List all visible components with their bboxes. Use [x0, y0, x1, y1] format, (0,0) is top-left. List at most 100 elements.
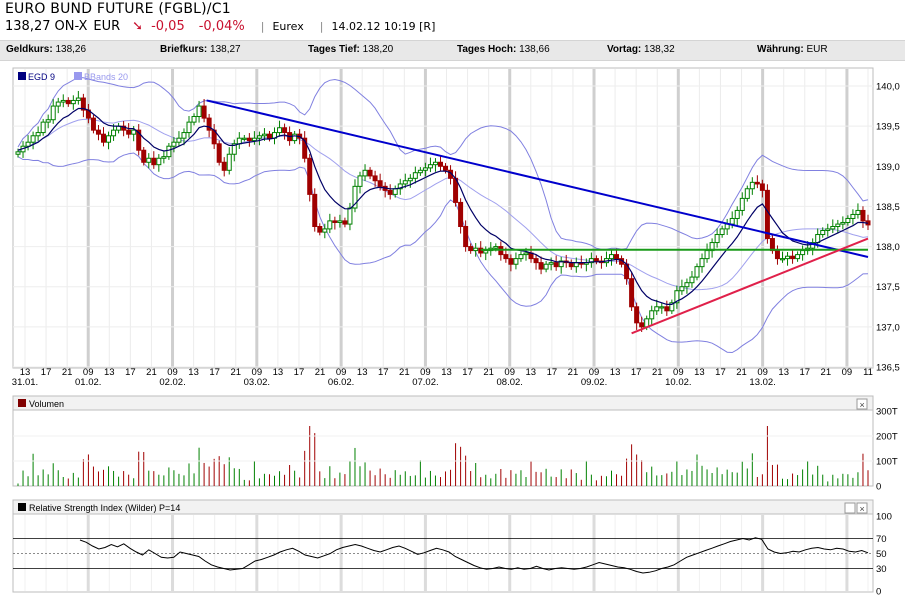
- hour-tick-label: 09: [504, 367, 515, 378]
- hour-tick-label: 17: [294, 367, 305, 378]
- candle-body: [437, 161, 443, 167]
- candle-body: [624, 263, 630, 280]
- candle-body: [236, 137, 242, 145]
- rsi-levels: [13, 538, 873, 569]
- candle-body: [397, 183, 403, 190]
- close-icon: ×: [860, 400, 865, 410]
- candle-body: [121, 125, 127, 131]
- candle-body: [573, 262, 579, 268]
- rsi-tick-label: 50: [876, 549, 887, 560]
- candle-body: [774, 250, 780, 260]
- candle-body: [649, 310, 655, 320]
- day-high-value: 138,66: [519, 44, 550, 55]
- candle-body: [825, 228, 831, 232]
- candle-body: [126, 129, 132, 135]
- candle-body: [785, 255, 791, 260]
- hour-tick-label: 21: [568, 367, 579, 378]
- hour-tick-label: 17: [209, 367, 220, 378]
- candle-body: [141, 149, 147, 163]
- day-high-label: Tages Hoch:: [457, 44, 517, 55]
- candle-body: [322, 228, 328, 233]
- candle-body: [136, 129, 142, 151]
- candle-body: [432, 161, 438, 166]
- candle-body: [830, 226, 836, 230]
- candle-body: [50, 105, 56, 121]
- candle-body: [55, 101, 61, 107]
- candle-body: [272, 132, 278, 139]
- candle-body: [593, 258, 599, 262]
- candle-body: [749, 181, 755, 190]
- hour-tick-label: 13: [20, 367, 31, 378]
- hour-tick-label: 17: [125, 367, 136, 378]
- rsi-tick-label: 0: [876, 587, 881, 596]
- candle-body: [709, 242, 715, 252]
- volume-tick-label: 200T: [876, 432, 898, 443]
- candle-body: [699, 258, 705, 268]
- rsi-legend-swatch: [18, 503, 26, 511]
- candle-body: [191, 116, 197, 123]
- rsi-close-button[interactable]: [856, 502, 868, 514]
- volume-tick-label: 300T: [876, 407, 898, 418]
- candle-body: [75, 97, 81, 101]
- candle-body: [111, 129, 117, 137]
- bid-label: Geldkurs:: [6, 44, 53, 55]
- rsi-panel: Relative Strength Index (Wilder) P=14 × …: [12, 499, 892, 596]
- volume-close-button[interactable]: [856, 398, 868, 410]
- rsi-tick-label: 30: [876, 564, 887, 575]
- candle-body: [734, 209, 740, 219]
- candle-body: [161, 156, 167, 159]
- candle-body: [543, 263, 549, 270]
- candle-body: [40, 121, 46, 134]
- candle-body: [563, 260, 569, 264]
- candle-body: [106, 135, 112, 143]
- candle-body: [116, 125, 122, 131]
- ask-label: Briefkurs:: [160, 44, 208, 55]
- candle-body: [337, 220, 343, 223]
- candle-body: [614, 254, 620, 260]
- candle-body: [679, 286, 685, 292]
- candle-body: [518, 254, 524, 260]
- day-low-value: 138,20: [362, 44, 394, 55]
- day-low-field: Tages Tief: 138,20: [308, 44, 393, 55]
- candle-body: [427, 164, 433, 169]
- candle-body: [639, 322, 645, 328]
- ask-value: 138,27: [210, 44, 241, 55]
- price-gridlines: [24, 69, 869, 367]
- candle-body: [15, 151, 21, 155]
- candle-body: [644, 318, 650, 328]
- hour-tick-label: 17: [547, 367, 558, 378]
- candle-body: [282, 127, 288, 134]
- hour-tick-label: 13: [104, 367, 115, 378]
- price-tick-label: 137,0: [876, 322, 900, 333]
- date-tick-label: 03.02.: [244, 377, 270, 388]
- bollinger-bands: [17, 76, 869, 354]
- volume-tick-label: 0: [876, 482, 881, 493]
- price-tick-label: 139,5: [876, 122, 900, 133]
- volume-panel: Volumen × 300T 200T 100T 0: [12, 395, 898, 493]
- volume-title-bar: [12, 395, 874, 411]
- hour-tick-label: 11: [863, 367, 873, 378]
- close-icon: ×: [860, 504, 865, 514]
- candle-body: [80, 97, 86, 111]
- candle-body: [417, 169, 423, 174]
- hour-tick-label: 17: [799, 367, 810, 378]
- candle-body: [377, 180, 383, 187]
- candle-body: [256, 135, 262, 139]
- candle-body: [327, 220, 333, 230]
- candle-body: [307, 157, 313, 195]
- candle-body: [458, 201, 464, 228]
- candle-body: [226, 153, 232, 171]
- trend-lines: [206, 99, 869, 335]
- ema-9-line: [17, 107, 869, 305]
- candle-body: [95, 129, 101, 135]
- candle-body: [608, 254, 614, 260]
- rsi-settings-button[interactable]: [844, 502, 856, 514]
- candle-body: [156, 157, 162, 166]
- candle-body: [739, 197, 745, 211]
- bbands-middle-line: [17, 118, 869, 291]
- hour-tick-label: 21: [736, 367, 747, 378]
- chart-area: 140,0 139,5 139,0 138,5 138,0 137,5 137,0 136,5…: [12, 67, 900, 596]
- date-tick-label: 08.02.: [497, 377, 523, 388]
- candle-body: [407, 177, 413, 182]
- candle-body: [221, 161, 227, 171]
